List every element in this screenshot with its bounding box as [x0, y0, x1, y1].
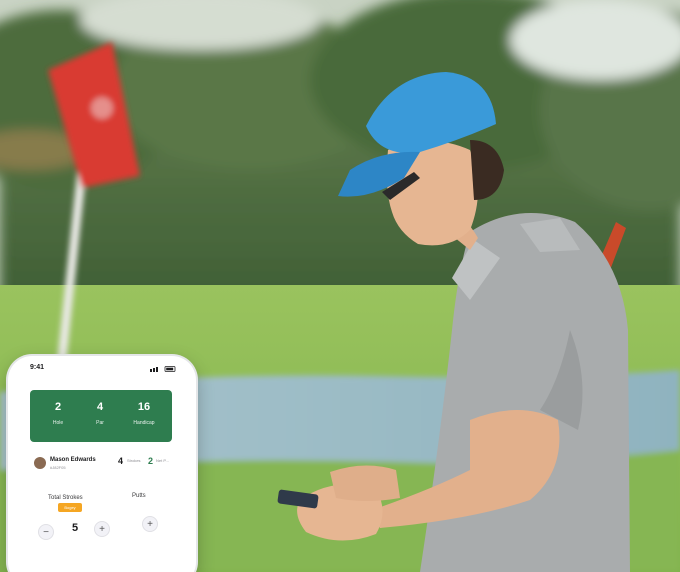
- stat-handicap-value: 16: [137, 401, 151, 413]
- stat-par-value: 4: [96, 401, 104, 413]
- hole-stats-card: 2 Hole 4 Par 16 Handicap: [30, 390, 172, 442]
- player-net-value: 2: [148, 456, 154, 466]
- avatar: [34, 457, 46, 469]
- stat-handicap: 16 Handicap: [124, 401, 164, 426]
- signal-battery-icon: [150, 366, 176, 372]
- left-hand: [330, 465, 400, 501]
- phone-mockup: 9:41 2 Hole 4 Par 16 Handicap Mason Edwa…: [8, 356, 196, 572]
- strokes-minus-button[interactable]: −: [38, 524, 54, 540]
- status-time: 9:41: [30, 364, 45, 371]
- player-strokes-label: Strokes: [127, 458, 141, 463]
- player-net-label: Net P...: [156, 458, 169, 463]
- stat-par: 4 Par: [80, 401, 120, 426]
- stat-handicap-label: Handicap: [133, 420, 155, 426]
- stat-hole-value: 2: [54, 401, 62, 413]
- strokes-plus-button[interactable]: +: [94, 521, 110, 537]
- stat-par-label: Par: [96, 420, 104, 426]
- player-name: Mason Edwards: [50, 457, 96, 463]
- player-row[interactable]: Mason Edwards #J82F05 4 Strokes 2 Net P.…: [34, 454, 184, 474]
- putts-label: Putts: [132, 493, 146, 499]
- stat-hole: 2 Hole: [38, 401, 78, 426]
- strokes-value: 5: [72, 522, 79, 534]
- golf-photo-scene: 9:41 2 Hole 4 Par 16 Handicap Mason Edwa…: [0, 0, 680, 572]
- putts-plus-button[interactable]: +: [142, 516, 158, 532]
- score-badge: Bogey: [58, 503, 82, 512]
- player-strokes-value: 4: [118, 456, 124, 466]
- stat-hole-label: Hole: [52, 420, 64, 426]
- status-bar: 9:41: [8, 356, 196, 378]
- total-strokes-label: Total Strokes: [48, 495, 83, 501]
- player-id: #J82F05: [50, 465, 66, 470]
